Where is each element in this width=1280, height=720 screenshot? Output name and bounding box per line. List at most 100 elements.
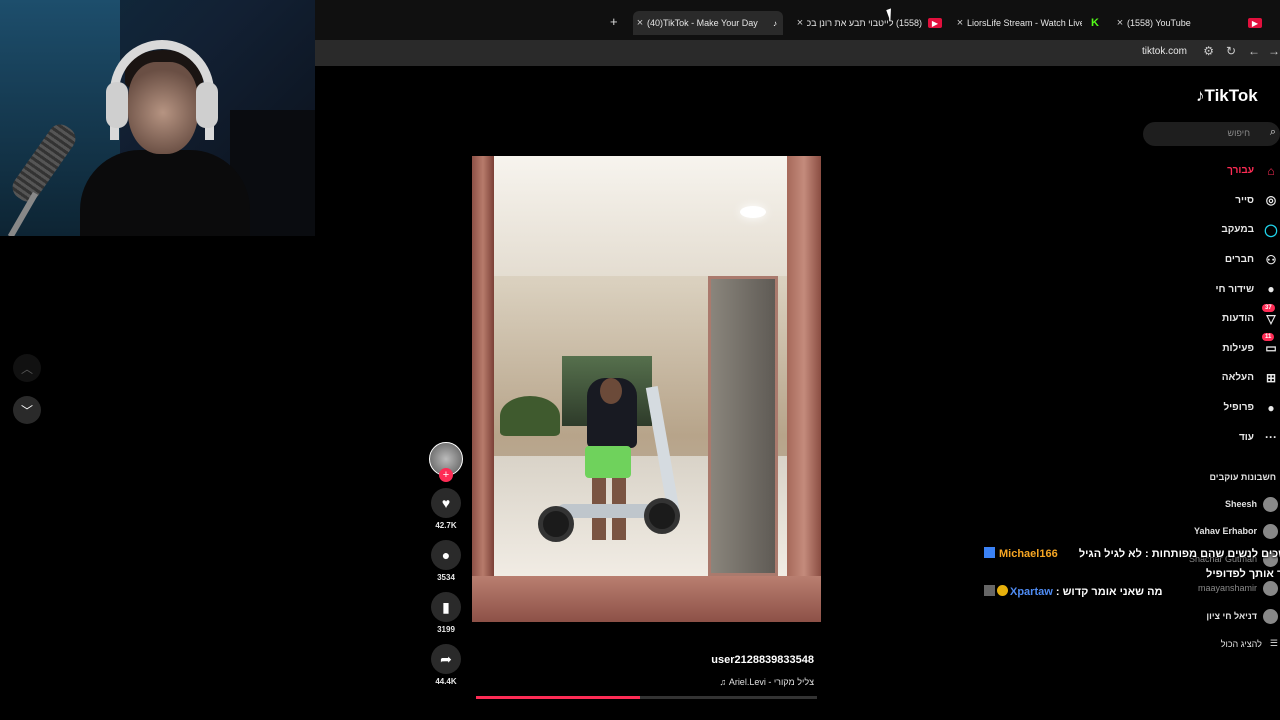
- avatar: [1263, 523, 1278, 539]
- account-name: דניאל חי ציון: [1206, 611, 1257, 621]
- tab-title: (1558) לייטבוי תבע את רונן בס60: [807, 18, 922, 28]
- inbox-icon: ▽ 37: [1262, 303, 1280, 326]
- friends-icon: ⚇: [1265, 252, 1277, 267]
- close-tab-icon[interactable]: ×: [953, 17, 967, 29]
- nav-label: סייר: [1235, 194, 1254, 206]
- nav-for-you[interactable]: עבורך ⌂: [1160, 156, 1280, 186]
- close-tab-icon[interactable]: ×: [633, 17, 647, 29]
- like-button[interactable]: ♥ 42.7K: [426, 488, 466, 530]
- comment-icon: ●: [431, 540, 461, 570]
- nav-label: הודעות: [1222, 313, 1254, 325]
- profile-avatar-icon: ●: [1267, 400, 1275, 415]
- activity-icon: ▭ 11: [1262, 333, 1280, 355]
- more-icon: ···: [1265, 430, 1277, 445]
- nav-label: עוד: [1238, 431, 1254, 443]
- live-avatar-icon: ●: [1267, 282, 1275, 297]
- tiktok-icon: ♪: [1196, 86, 1205, 105]
- following-accounts-title: חשבונות עוקבים: [1209, 472, 1276, 482]
- account-name: Yahav Erhabor: [1193, 526, 1257, 536]
- nav-upload[interactable]: העלאה ⊞: [1160, 363, 1280, 393]
- site-settings-icon[interactable]: ⚙: [1203, 44, 1214, 58]
- close-tab-icon[interactable]: ×: [793, 17, 807, 29]
- search-input[interactable]: חיפוש ⌕: [1143, 122, 1280, 146]
- sidebar-nav: עבורך ⌂ סייר ◎ במעקב ◯ חברים ⚇ שידור חי ● הוד…: [1160, 156, 1280, 452]
- video-player[interactable]: [472, 156, 821, 622]
- video-progress-bar[interactable]: [476, 696, 817, 699]
- search-icon[interactable]: ⌕: [1270, 126, 1276, 139]
- nav-profile[interactable]: פרופיל ●: [1160, 393, 1280, 423]
- forward-icon[interactable]: →: [1268, 44, 1280, 58]
- tab-tiktok[interactable]: × (40)TikTok - Make Your Day ♪: [633, 11, 783, 35]
- webcam-overlay: [0, 0, 315, 236]
- share-button[interactable]: ➦ 44.4K: [426, 644, 466, 686]
- save-button[interactable]: ▮ 3199: [426, 592, 466, 634]
- nav-label: במעקב: [1221, 224, 1254, 236]
- tab-bar: + × (40)TikTok - Make Your Day ♪ × (1558…: [315, 0, 1280, 40]
- youtube-icon: ▶: [1248, 18, 1262, 28]
- search-placeholder: חיפוש: [1227, 128, 1250, 138]
- nav-more[interactable]: עוד ···: [1160, 422, 1280, 452]
- compass-icon: ◎: [1265, 193, 1277, 208]
- nav-explore[interactable]: סייר ◎: [1160, 186, 1280, 216]
- video-actions: + ♥ 42.7K ● 3534 ▮ 3199 ➦ 44.4K: [426, 440, 466, 686]
- address-bar[interactable]: tiktok.com ⚙ ↻ ← →: [315, 40, 1280, 66]
- chat-username: Xpartaw: [1010, 586, 1053, 598]
- back-icon[interactable]: ←: [1248, 44, 1260, 58]
- heart-icon: ♥: [431, 488, 461, 518]
- reload-icon[interactable]: ↻: [1226, 44, 1236, 58]
- show-all-label: להציג הכול: [1220, 638, 1262, 649]
- tab-kick-stream[interactable]: × LiorsLife Stream - Watch Live o K: [953, 11, 1103, 35]
- video-author[interactable]: user2128839833548: [600, 654, 814, 666]
- tab-title: LiorsLife Stream - Watch Live o: [967, 18, 1082, 28]
- home-icon: ⌂: [1267, 163, 1275, 178]
- chat-badge-icon: [984, 547, 995, 558]
- like-count: 42.7K: [435, 521, 457, 530]
- logo-text: TikTok: [1204, 86, 1258, 105]
- video-sound[interactable]: ♫ ‏Ariel.Levi - צליל מקורי: [600, 677, 814, 687]
- following-account[interactable]: Sheesh: [1225, 495, 1278, 513]
- comment-button[interactable]: ● 3534: [426, 540, 466, 582]
- tiktok-icon: ♪: [773, 18, 777, 28]
- previous-video-button[interactable]: ︿: [13, 354, 41, 382]
- tab-youtube[interactable]: × (1558) YouTube ▶: [1113, 11, 1263, 35]
- chat-username: Michael166: [999, 548, 1058, 560]
- nav-label: פעילות: [1222, 342, 1254, 354]
- chat-coin-icon: [997, 585, 1008, 596]
- chat-message: Michael166 אנחנו נמשכים לנשים שהם מפותחו…: [984, 544, 1280, 584]
- activity-badge: 11: [1262, 333, 1275, 342]
- new-tab-button[interactable]: +: [610, 14, 618, 29]
- following-account[interactable]: Yahav Erhabor: [1194, 522, 1278, 540]
- chevron-down-icon: ﹀: [20, 403, 33, 418]
- share-count: 44.4K: [435, 677, 457, 686]
- nav-label: העלאה: [1221, 372, 1254, 384]
- following-account[interactable]: דניאל חי ציון: [1206, 607, 1278, 625]
- tab-youtube-video[interactable]: × (1558) לייטבוי תבע את רונן בס60 ▶: [793, 11, 943, 35]
- video-progress-fill: [476, 696, 640, 699]
- share-icon: ➦: [431, 644, 461, 674]
- nav-label: פרופיל: [1223, 402, 1254, 414]
- nav-following[interactable]: במעקב ◯: [1160, 215, 1280, 245]
- chat-text: אנחנו נמשכים לנשים שהם מפותחות : לא לגיל…: [1078, 548, 1280, 580]
- stream-chat-overlay: Michael166 אנחנו נמשכים לנשים שהם מפותחו…: [984, 544, 1280, 602]
- save-count: 3199: [437, 625, 455, 634]
- nav-live[interactable]: שידור חי ●: [1160, 274, 1280, 304]
- close-tab-icon[interactable]: ×: [1113, 17, 1127, 29]
- tiktok-logo[interactable]: ♪TikTok: [1196, 86, 1258, 106]
- url-text[interactable]: tiktok.com: [1142, 46, 1187, 57]
- show-all-button[interactable]: להציג הכול ☰: [1221, 638, 1278, 649]
- youtube-icon: ▶: [928, 18, 942, 28]
- chevron-up-icon: ︿: [20, 361, 33, 376]
- chat-badge-icon: [984, 585, 995, 596]
- tab-title: (1558) YouTube: [1127, 18, 1191, 28]
- following-icon: ◯: [1264, 222, 1278, 237]
- comment-count: 3534: [437, 573, 455, 582]
- nav-label: שידור חי: [1215, 283, 1254, 295]
- chat-text: מה שאני אומר קדוש :: [1055, 586, 1163, 598]
- next-video-button[interactable]: ﹀: [13, 396, 41, 424]
- follow-plus-icon[interactable]: +: [439, 468, 453, 482]
- nav-activity[interactable]: פעילות ▭ 11: [1160, 333, 1280, 364]
- nav-friends[interactable]: חברים ⚇: [1160, 245, 1280, 275]
- upload-icon: ⊞: [1265, 370, 1277, 385]
- chat-message: Xpartaw מה שאני אומר קדוש :: [984, 582, 1280, 602]
- nav-messages[interactable]: הודעות ▽ 37: [1160, 303, 1280, 334]
